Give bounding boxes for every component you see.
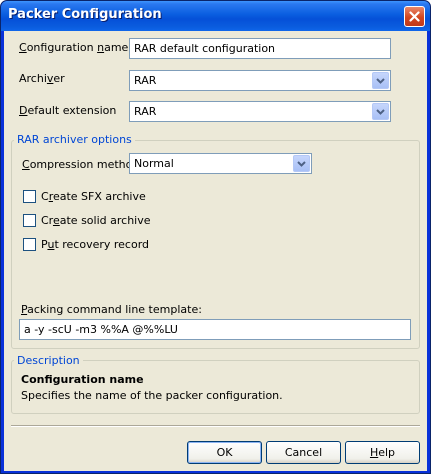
archiver-label: Archiver bbox=[19, 72, 65, 85]
chevron-down-icon bbox=[376, 78, 385, 84]
description-group bbox=[11, 360, 420, 414]
packing-template-label: Packing command line template: bbox=[21, 303, 202, 316]
button-separator bbox=[11, 425, 420, 427]
create-solid-label[interactable]: Create solid archive bbox=[41, 214, 151, 227]
help-button[interactable]: Help bbox=[345, 441, 420, 464]
compression-method-label: Compression method: bbox=[22, 158, 144, 171]
config-name-label: Configuration name bbox=[19, 41, 129, 54]
default-extension-dropdown-button[interactable] bbox=[372, 103, 389, 120]
archiver-select[interactable]: RAR bbox=[129, 70, 391, 91]
chevron-down-icon bbox=[376, 109, 385, 115]
recovery-record-checkbox[interactable] bbox=[23, 238, 36, 251]
default-extension-select[interactable]: RAR bbox=[129, 101, 391, 122]
recovery-record-label[interactable]: Put recovery record bbox=[41, 238, 149, 251]
create-sfx-checkbox[interactable] bbox=[23, 190, 36, 203]
default-extension-value: RAR bbox=[134, 105, 157, 118]
default-extension-label: Default extension bbox=[19, 104, 117, 117]
compression-method-dropdown-button[interactable] bbox=[293, 155, 310, 172]
create-sfx-label[interactable]: Create SFX archive bbox=[41, 190, 146, 203]
packing-template-input[interactable]: a -y -scU -m3 %%A @%%LU bbox=[19, 319, 411, 340]
create-solid-checkbox[interactable] bbox=[23, 214, 36, 227]
archiver-dropdown-button[interactable] bbox=[372, 72, 389, 89]
compression-method-value: Normal bbox=[134, 157, 174, 170]
description-text: Specifies the name of the packer configu… bbox=[21, 389, 283, 402]
config-name-input[interactable]: RAR default configuration bbox=[129, 38, 391, 59]
dialog-client-area: Configuration name RAR default configura… bbox=[4, 31, 427, 471]
compression-method-select[interactable]: Normal bbox=[129, 153, 312, 174]
packer-configuration-dialog: Packer Configuration Configuration name … bbox=[0, 0, 431, 474]
close-icon bbox=[409, 11, 420, 22]
description-title: Description bbox=[14, 354, 83, 367]
cancel-button[interactable]: Cancel bbox=[266, 441, 341, 464]
rar-options-title: RAR archiver options bbox=[14, 133, 135, 146]
description-heading: Configuration name bbox=[21, 373, 144, 386]
window-title: Packer Configuration bbox=[8, 7, 162, 22]
chevron-down-icon bbox=[297, 161, 306, 167]
archiver-value: RAR bbox=[134, 74, 157, 87]
close-button[interactable] bbox=[404, 6, 425, 27]
ok-button[interactable]: OK bbox=[187, 441, 262, 464]
title-bar[interactable]: Packer Configuration bbox=[1, 1, 430, 31]
